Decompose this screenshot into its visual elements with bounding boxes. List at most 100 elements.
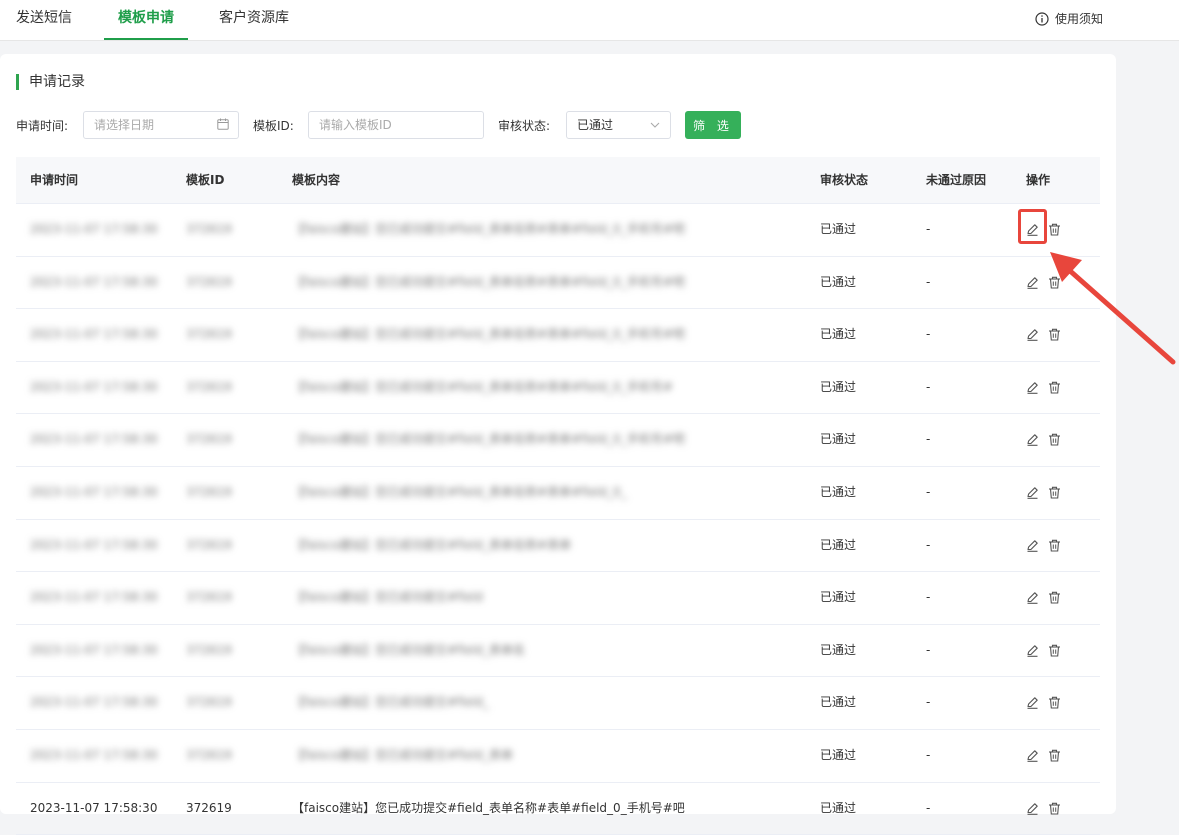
delete-icon[interactable] <box>1048 223 1061 236</box>
cell-template-content: 【faisco建站】您已成功提交#field_表单名称#表单#field_0_手… <box>292 379 673 394</box>
cell-template-content: 【faisco建站】您已成功提交#field_表单 <box>292 747 514 762</box>
cell-reject-reason: - <box>926 590 931 605</box>
row-actions <box>1026 591 1061 605</box>
table-header: 申请时间 模板ID 模板内容 审核状态 未通过原因 操作 <box>16 157 1100 204</box>
cell-reject-reason: - <box>926 695 931 710</box>
cell-template-id: 372619 <box>186 695 232 710</box>
cell-template-content: 【faisco建站】您已成功提交#field_表单名称#表单#field_0_手… <box>292 800 685 815</box>
cell-reject-reason: - <box>926 800 931 815</box>
cell-apply-time: 2023-11-07 17:58:30 <box>30 274 158 289</box>
tab-send-sms[interactable]: 发送短信 <box>16 0 72 38</box>
table-row: 2023-11-07 17:58:30 372619 【faisco建站】您已成功提… <box>16 677 1100 730</box>
cell-template-content: 【faisco建站】您已成功提交#field_表单名称#表单#field_0_ <box>292 484 627 499</box>
cell-template-id: 372619 <box>186 379 232 394</box>
cell-template-id: 372619 <box>186 327 232 342</box>
table-row: 2023-11-07 17:58:30 372619 【faisco建站】您已成功提… <box>16 625 1100 678</box>
col-review-status: 审核状态 <box>820 173 869 187</box>
cell-reject-reason: - <box>926 222 931 236</box>
edit-icon[interactable] <box>1026 381 1039 394</box>
delete-icon[interactable] <box>1048 802 1061 815</box>
date-picker[interactable] <box>83 111 239 139</box>
cell-review-status: 已通过 <box>820 274 857 289</box>
cell-review-status: 已通过 <box>820 590 857 605</box>
status-select-value: 已通过 <box>577 118 614 132</box>
info-icon <box>1035 11 1049 26</box>
edit-icon[interactable] <box>1026 696 1039 710</box>
delete-icon[interactable] <box>1048 696 1061 709</box>
records-card: 申请记录 申请时间: 模板ID: 审核状态: 已通过 筛 选 申请时间 模板ID <box>0 54 1116 835</box>
records-table: 申请时间 模板ID 模板内容 审核状态 未通过原因 操作 2023-11-07 … <box>16 157 1100 835</box>
edit-icon[interactable] <box>1026 749 1039 762</box>
usage-notice-link[interactable]: 使用须知 <box>1035 10 1103 27</box>
cell-template-id: 372619 <box>186 274 232 289</box>
cell-template-id: 372619 <box>186 800 232 815</box>
cell-template-content: 【faisco建站】您已成功提交#field_表单名 <box>292 642 526 657</box>
edit-icon[interactable] <box>1026 433 1039 447</box>
cell-review-status: 已通过 <box>820 222 857 236</box>
template-id-input[interactable] <box>308 111 484 139</box>
cell-reject-reason: - <box>926 747 931 762</box>
col-actions: 操作 <box>1026 173 1051 187</box>
tab-template-apply[interactable]: 模板申请 <box>104 0 188 40</box>
chevron-down-icon <box>650 122 660 128</box>
cell-template-content: 【faisco建站】您已成功提交#field_表单名称#表单#field_0_手… <box>292 327 685 342</box>
annotation-arrow-icon <box>1050 252 1176 365</box>
col-apply-time: 申请时间 <box>30 173 79 187</box>
table-row: 2023-11-07 17:58:30 372619 【faisco建站】您已成功提… <box>16 414 1100 467</box>
cell-apply-time: 2023-11-07 17:58:30 <box>30 800 158 815</box>
cell-apply-time: 2023-11-07 17:58:30 <box>30 222 158 236</box>
delete-icon[interactable] <box>1048 433 1061 446</box>
cell-review-status: 已通过 <box>820 642 857 657</box>
cell-template-id: 372619 <box>186 590 232 605</box>
cell-template-id: 372619 <box>186 484 232 499</box>
delete-icon[interactable] <box>1048 381 1061 394</box>
cell-review-status: 已通过 <box>820 800 857 815</box>
edit-icon[interactable] <box>1026 644 1039 657</box>
row-actions <box>1026 749 1061 762</box>
cell-reject-reason: - <box>926 642 931 657</box>
status-filter-label: 审核状态: <box>498 119 551 133</box>
table-body: 2023-11-07 17:58:30 372619 【faisco建站】您已成功提… <box>16 204 1100 835</box>
table-row: 2023-11-07 17:58:30 372619 【faisco建站】您已成功提… <box>16 362 1100 415</box>
table-row: 2023-11-07 17:58:30 372619 【faisco建站】您已成功提… <box>16 783 1100 835</box>
table-row: 2023-11-07 17:58:30 372619 【faisco建站】您已成功提… <box>16 730 1100 783</box>
row-actions <box>1026 433 1061 447</box>
delete-icon[interactable] <box>1048 749 1061 762</box>
tab-customer-library[interactable]: 客户资源库 <box>219 0 289 38</box>
cell-apply-time: 2023-11-07 17:58:30 <box>30 432 158 447</box>
edit-icon[interactable] <box>1026 539 1039 552</box>
cell-review-status: 已通过 <box>820 327 857 342</box>
row-actions <box>1026 802 1061 815</box>
filter-button[interactable]: 筛 选 <box>685 111 741 139</box>
template-id-label: 模板ID: <box>253 119 294 133</box>
cell-apply-time: 2023-11-07 17:58:30 <box>30 537 158 552</box>
cell-apply-time: 2023-11-07 17:58:30 <box>30 327 158 342</box>
cell-reject-reason: - <box>926 327 931 342</box>
table-row: 2023-11-07 17:58:30 372619 【faisco建站】您已成功提… <box>16 467 1100 520</box>
status-select[interactable]: 已通过 <box>566 111 671 139</box>
col-reject-reason: 未通过原因 <box>926 173 987 187</box>
delete-icon[interactable] <box>1048 644 1061 657</box>
cell-review-status: 已通过 <box>820 537 857 552</box>
delete-icon[interactable] <box>1048 486 1061 499</box>
delete-icon[interactable] <box>1048 591 1061 604</box>
cell-reject-reason: - <box>926 274 931 289</box>
cell-template-content: 【faisco建站】您已成功提交#field_表单名称#表单#field_0_手… <box>292 222 685 236</box>
section-title: 申请记录 <box>16 74 85 90</box>
row-actions <box>1026 696 1061 710</box>
cell-template-content: 【faisco建站】您已成功提交#field_表单名称#表单#field_0_手… <box>292 432 685 447</box>
date-input[interactable] <box>83 111 239 139</box>
col-template-id: 模板ID <box>186 173 225 187</box>
cell-template-id: 372619 <box>186 747 232 762</box>
row-actions <box>1026 539 1061 552</box>
table-row: 2023-11-07 17:58:30 372619 【faisco建站】您已成功提… <box>16 257 1100 310</box>
edit-icon[interactable] <box>1026 591 1039 605</box>
table-row: 2023-11-07 17:58:30 372619 【faisco建站】您已成功提… <box>16 520 1100 573</box>
edit-icon[interactable] <box>1026 486 1039 499</box>
edit-icon[interactable] <box>1026 802 1039 815</box>
cell-apply-time: 2023-11-07 17:58:30 <box>30 642 158 657</box>
cell-reject-reason: - <box>926 379 931 394</box>
delete-icon[interactable] <box>1048 539 1061 552</box>
cell-reject-reason: - <box>926 537 931 552</box>
cell-template-content: 【faisco建站】您已成功提交#field_表单名称#表单#field_0_手… <box>292 274 685 289</box>
